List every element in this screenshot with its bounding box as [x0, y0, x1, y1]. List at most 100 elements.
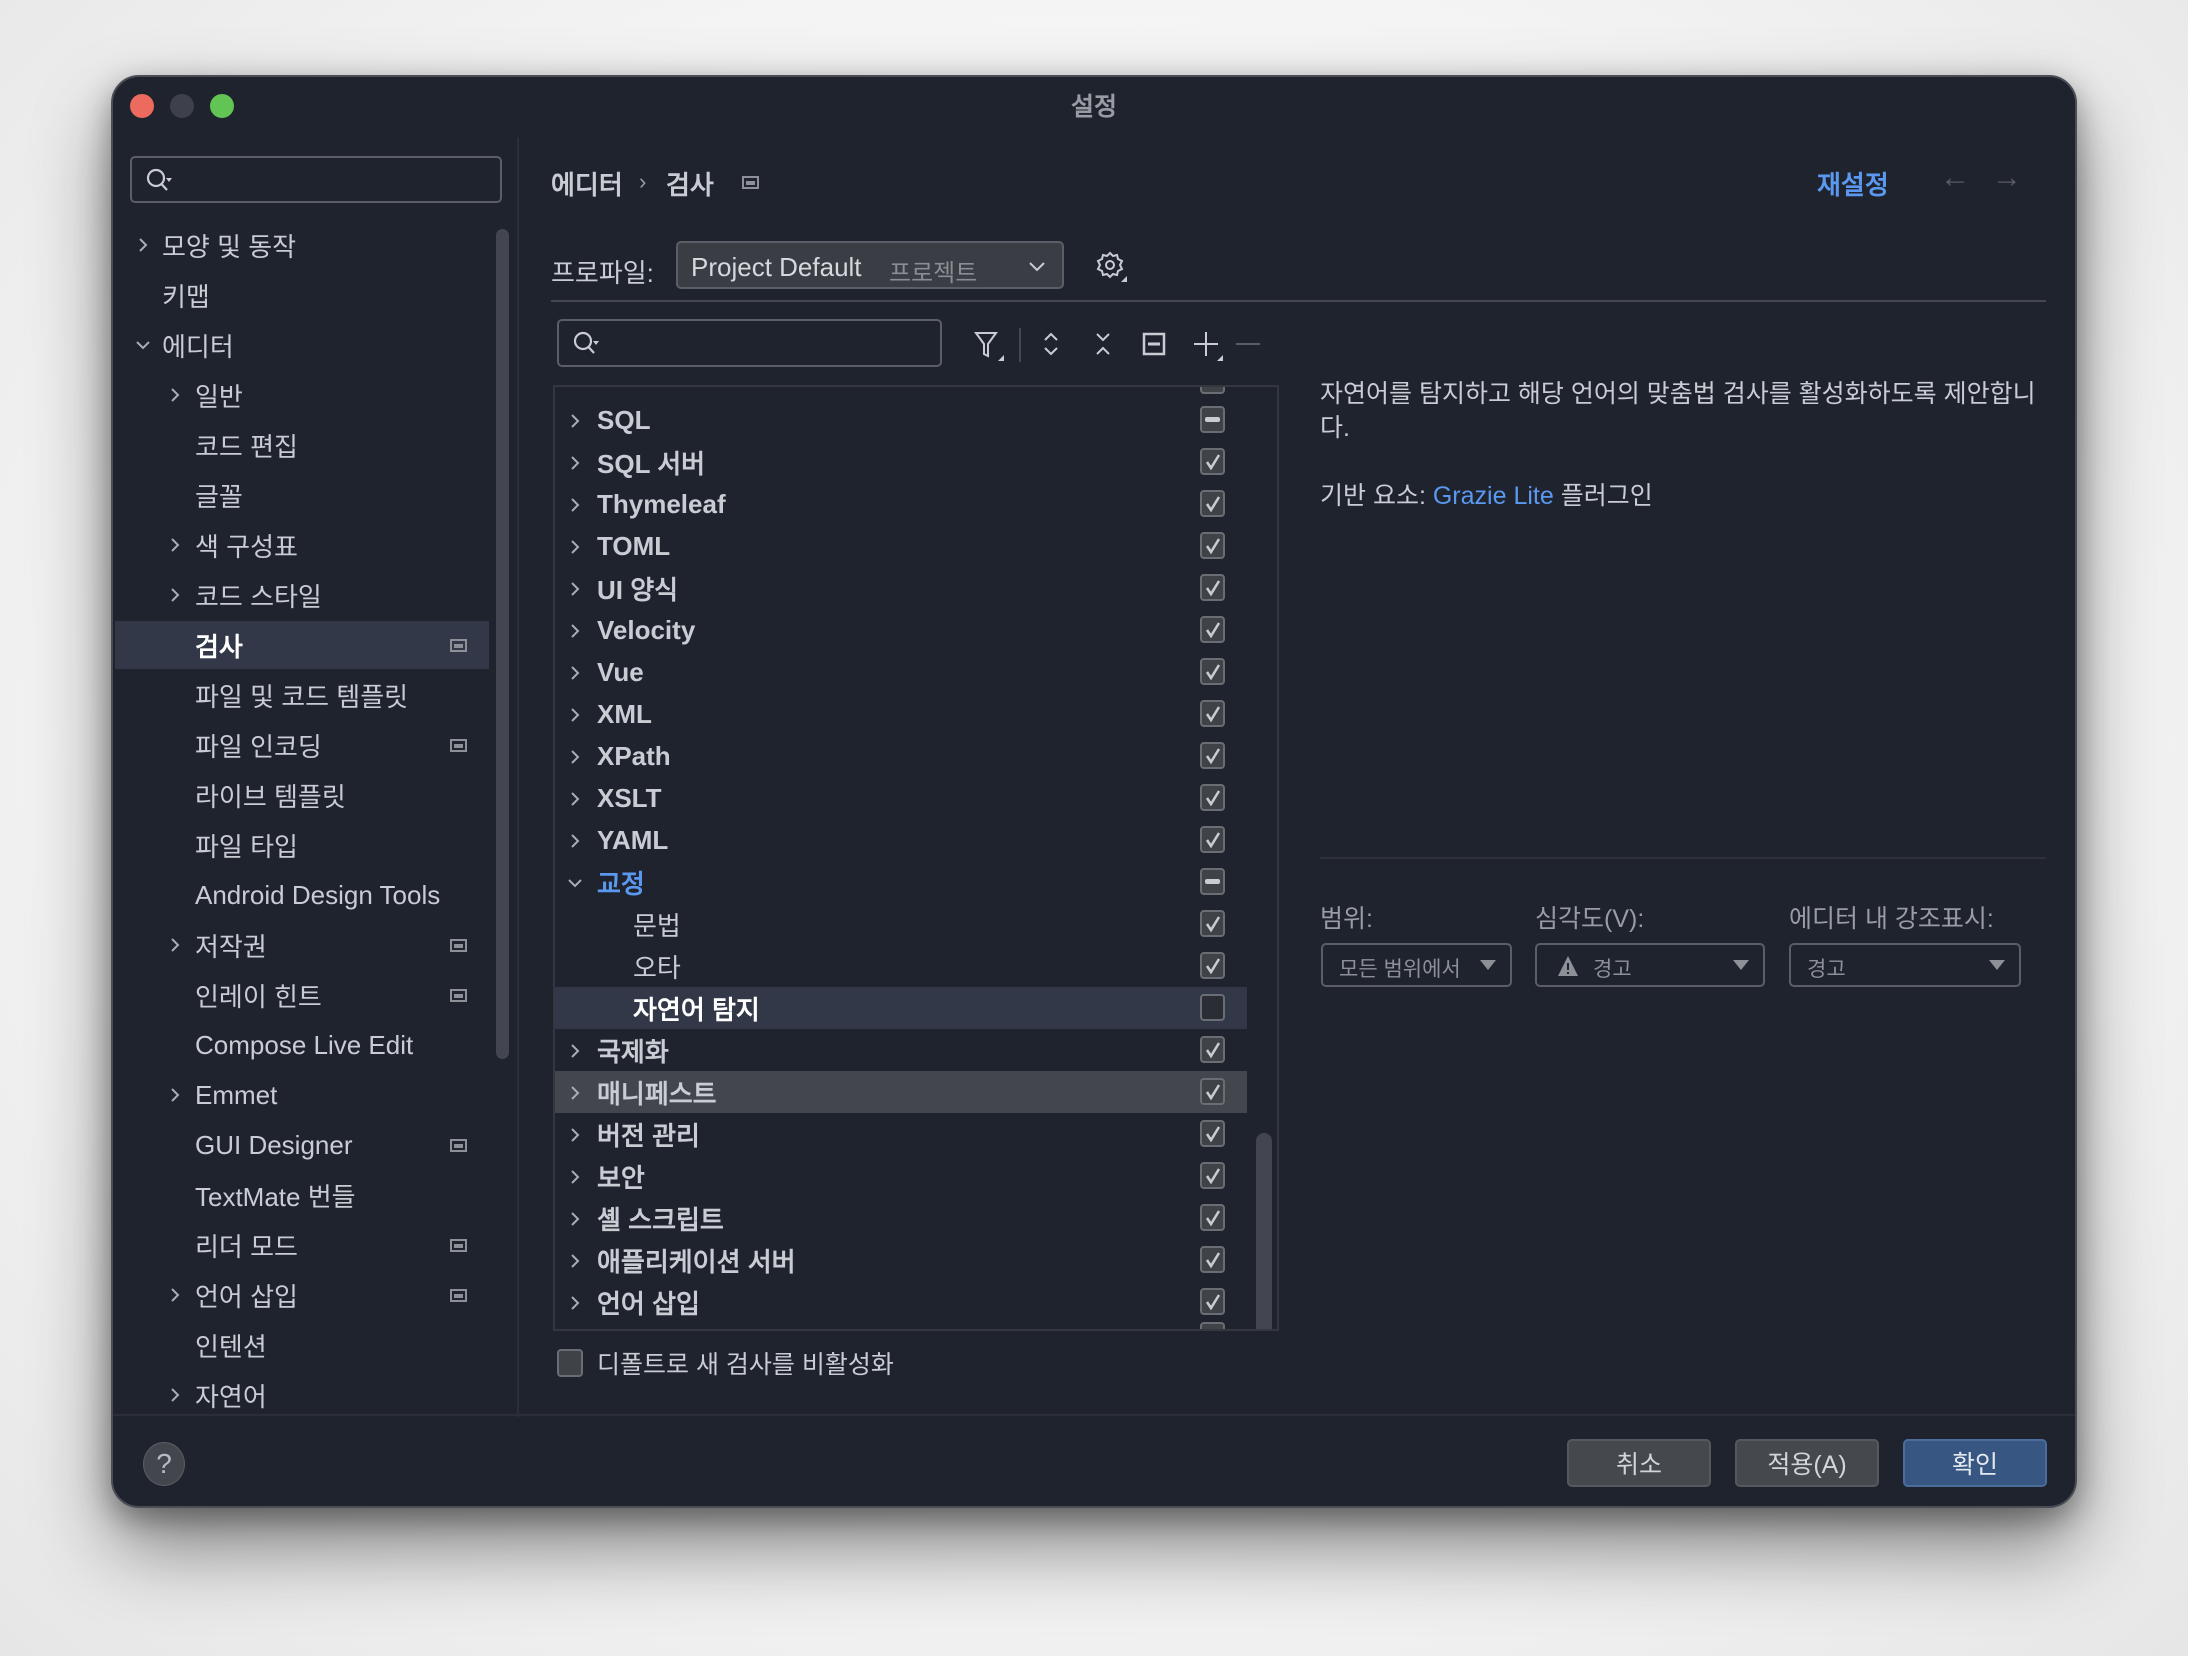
disable-new-inspections-checkbox[interactable]: 디폴트로 새 검사를 비활성화	[557, 1345, 894, 1381]
sidebar-item[interactable]: 모양 및 동작	[115, 221, 489, 269]
tree-row[interactable]: 교정	[555, 861, 1247, 903]
sidebar-item[interactable]: 코드 편집	[115, 421, 489, 469]
tree-row[interactable]: 버전 관리	[555, 1113, 1247, 1155]
forward-arrow-icon[interactable]: →	[1992, 161, 2022, 195]
chevron-right-icon[interactable]	[565, 1040, 585, 1066]
tree-row-checkbox[interactable]	[1200, 490, 1225, 517]
chevron-right-icon[interactable]	[565, 494, 585, 520]
tree-row[interactable]: 보안	[555, 1155, 1247, 1197]
sidebar-item[interactable]: 코드 스타일	[115, 571, 489, 619]
inspection-search-input[interactable]	[557, 319, 942, 367]
profile-settings-button[interactable]	[1093, 248, 1127, 282]
tree-row-checkbox[interactable]	[1200, 658, 1225, 685]
sidebar-item[interactable]: 글꼴	[115, 471, 489, 519]
sidebar-item[interactable]: 파일 타입	[115, 821, 489, 869]
tree-row[interactable]: 문법	[555, 903, 1247, 945]
sidebar-item[interactable]: GUI Designer	[115, 1121, 489, 1169]
tree-row-checkbox[interactable]	[1200, 700, 1225, 727]
tree-row-checkbox[interactable]	[1200, 742, 1225, 769]
tree-row[interactable]: 셸 스크립트	[555, 1197, 1247, 1239]
add-button[interactable]	[1189, 327, 1223, 361]
tree-row-checkbox[interactable]	[1200, 910, 1225, 937]
chevron-right-icon[interactable]	[165, 385, 185, 405]
tree-row[interactable]: XPath	[555, 735, 1247, 777]
tree-row-checkbox[interactable]	[1200, 1120, 1225, 1147]
tree-row-checkbox[interactable]	[1200, 1246, 1225, 1273]
chevron-right-icon[interactable]	[565, 1208, 585, 1234]
chevron-right-icon[interactable]	[165, 935, 185, 955]
tree-row[interactable]: 오타	[555, 945, 1247, 987]
sidebar-item[interactable]: 에디터	[115, 321, 489, 369]
tree-row-checkbox[interactable]	[1200, 784, 1225, 811]
tree-row[interactable]: 매니페스트	[555, 1071, 1247, 1113]
tree-row[interactable]: TOML	[555, 525, 1247, 567]
tree-row[interactable]: Thymeleaf	[555, 483, 1247, 525]
tree-row-checkbox[interactable]	[1200, 994, 1225, 1021]
sidebar-divider[interactable]	[517, 137, 519, 1417]
tree-row-partial[interactable]	[555, 387, 1247, 399]
chevron-right-icon[interactable]	[565, 578, 585, 604]
filter-button[interactable]	[970, 327, 1004, 361]
tree-row-checkbox[interactable]	[1200, 1288, 1225, 1315]
sidebar-item[interactable]: Android Design Tools	[115, 871, 489, 919]
chevron-right-icon[interactable]	[565, 830, 585, 856]
tree-row-checkbox[interactable]	[1200, 826, 1225, 853]
chevron-right-icon[interactable]	[165, 535, 185, 555]
sidebar-scrollbar[interactable]	[496, 229, 509, 1059]
breadcrumb-editor[interactable]: 에디터	[551, 165, 623, 202]
tree-row[interactable]: 국제화	[555, 1029, 1247, 1071]
tree-row-checkbox[interactable]	[1200, 616, 1225, 643]
remove-button[interactable]	[1231, 327, 1265, 361]
chevron-right-icon[interactable]	[565, 1166, 585, 1192]
tree-row[interactable]: XSLT	[555, 777, 1247, 819]
tree-row[interactable]: YAML	[555, 819, 1247, 861]
sidebar-item[interactable]: 인레이 힌트	[115, 971, 489, 1019]
chevron-down-icon[interactable]	[133, 335, 153, 355]
chevron-right-icon[interactable]	[565, 620, 585, 646]
expand-all-button[interactable]	[1034, 327, 1068, 361]
chevron-right-icon[interactable]	[565, 410, 585, 436]
tree-row-checkbox[interactable]	[1200, 1078, 1225, 1105]
tree-row-checkbox[interactable]	[1200, 868, 1225, 895]
tree-row-checkbox[interactable]	[1200, 1162, 1225, 1189]
tree-row[interactable]: SQL 서버	[555, 441, 1247, 483]
tree-row[interactable]: UI 양식	[555, 567, 1247, 609]
chevron-right-icon[interactable]	[565, 536, 585, 562]
sidebar-item[interactable]: 파일 인코딩	[115, 721, 489, 769]
chevron-right-icon[interactable]	[165, 1285, 185, 1305]
sidebar-item[interactable]: Emmet	[115, 1071, 489, 1119]
tree-row-partial[interactable]	[555, 1315, 1247, 1329]
tree-row[interactable]: 자연어 탐지	[555, 987, 1247, 1029]
chevron-right-icon[interactable]	[565, 452, 585, 478]
tree-row-checkbox[interactable]	[1200, 1036, 1225, 1063]
sidebar-item[interactable]: 색 구성표	[115, 521, 489, 569]
sidebar-item[interactable]: 일반	[115, 371, 489, 419]
tree-row-checkbox[interactable]	[1200, 574, 1225, 601]
tree-row[interactable]: 애플리케이션 서버	[555, 1239, 1247, 1281]
chevron-down-icon[interactable]	[565, 872, 585, 898]
apply-button[interactable]: 적용(A)	[1735, 1439, 1879, 1487]
grazie-lite-link[interactable]: Grazie Lite	[1433, 482, 1554, 510]
tree-scrollbar[interactable]	[1256, 1133, 1272, 1329]
sidebar-item[interactable]: TextMate 번들	[115, 1171, 489, 1219]
tree-row-checkbox[interactable]	[1200, 1322, 1225, 1329]
chevron-right-icon[interactable]	[165, 1385, 185, 1405]
chevron-right-icon[interactable]	[565, 1082, 585, 1108]
back-arrow-icon[interactable]: ←	[1940, 161, 1970, 195]
highlight-dropdown[interactable]: 경고	[1789, 943, 2021, 987]
collapse-all-button[interactable]	[1086, 327, 1120, 361]
tree-row[interactable]: Velocity	[555, 609, 1247, 651]
cancel-button[interactable]: 취소	[1567, 1439, 1711, 1487]
sidebar-item[interactable]: 저작권	[115, 921, 489, 969]
tree-row-checkbox[interactable]	[1200, 448, 1225, 475]
chevron-right-icon[interactable]	[565, 704, 585, 730]
tree-row[interactable]: XML	[555, 693, 1247, 735]
checkbox[interactable]	[557, 1349, 583, 1377]
tree-row-checkbox[interactable]	[1200, 952, 1225, 979]
tree-row-checkbox[interactable]	[1200, 406, 1225, 433]
sidebar-item[interactable]: 인텐션	[115, 1321, 489, 1369]
sidebar-item[interactable]: 리더 모드	[115, 1221, 489, 1269]
sidebar-item[interactable]: 키맵	[115, 271, 489, 319]
chevron-right-icon[interactable]	[133, 235, 153, 255]
tree-row[interactable]: Vue	[555, 651, 1247, 693]
